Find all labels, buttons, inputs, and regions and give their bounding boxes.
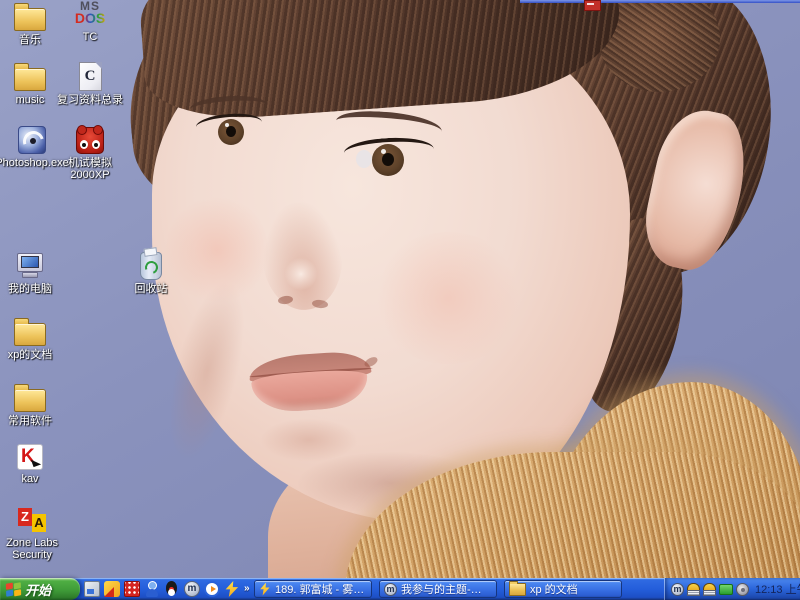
icon-label: 复习资料总录 xyxy=(57,94,123,106)
icon-label: 回收站 xyxy=(135,283,168,295)
desktop-icon-recycle-bin[interactable]: 回收站 xyxy=(121,252,181,295)
icon-label: 我的电脑 xyxy=(8,283,52,295)
monitor-tray-icon[interactable] xyxy=(736,583,749,596)
show-desktop-icon[interactable] xyxy=(84,581,100,597)
kaspersky-icon xyxy=(17,444,43,470)
ms-dos-icon xyxy=(74,1,106,28)
desktop-icon-photoshop[interactable]: Photoshop.exe xyxy=(0,126,64,169)
folder-icon xyxy=(14,68,46,91)
document-icon xyxy=(79,62,102,91)
green-status-tray-icon[interactable] xyxy=(719,584,733,595)
task-button-browser[interactable]: 我参与的主题-电脑... xyxy=(379,580,497,598)
task-button-label: xp 的文档 xyxy=(530,581,578,597)
zonealarm-icon xyxy=(17,508,47,534)
folder-icon xyxy=(14,323,46,346)
desktop-icon-review-notes[interactable]: 复习资料总录 xyxy=(48,62,132,106)
quick-launch-bar: » xyxy=(84,578,252,600)
system-tray: 12:13 上午 xyxy=(664,578,800,600)
taskbar: 开始 » 189. 郭富城 - 雾里... 我参与的主题-电脑... xp 的文… xyxy=(0,578,800,600)
wallpaper-cheek-right xyxy=(372,232,524,364)
media-player-icon[interactable] xyxy=(204,581,220,597)
qq-contact-tray-icon[interactable] xyxy=(703,583,716,596)
desktop-icon-music-folder-cn[interactable]: 音乐 xyxy=(0,2,60,46)
start-button-label: 开始 xyxy=(25,580,51,599)
icon-label: music xyxy=(16,94,45,106)
desktop-screen: 音乐 TC music 复习资料总录 Photoshop.exe 机试模拟200… xyxy=(0,0,800,600)
desktop-icon-zonealarm[interactable]: Zone LabsSecurity xyxy=(0,508,64,561)
task-button-label: 189. 郭富城 - 雾里... xyxy=(275,581,367,597)
wallpaper-left-eye xyxy=(196,112,264,150)
maxthon-icon[interactable] xyxy=(184,581,200,597)
taskbar-clock[interactable]: 12:13 上午 xyxy=(755,581,800,597)
desktop-icon-kav[interactable]: kav xyxy=(0,444,60,485)
icon-label: xp的文档 xyxy=(8,349,53,361)
icon-label: 机试模拟2000XP xyxy=(68,157,112,181)
maxthon-icon xyxy=(384,583,397,596)
windows-logo-icon xyxy=(6,582,21,596)
task-button-winamp[interactable]: 189. 郭富城 - 雾里... xyxy=(254,580,372,598)
game-icon[interactable] xyxy=(124,581,140,597)
task-button-label: 我参与的主题-电脑... xyxy=(401,581,492,597)
recycle-bin-icon xyxy=(140,252,162,280)
qq-icon[interactable] xyxy=(164,581,180,597)
winamp-icon xyxy=(259,583,271,596)
red-window-sliver xyxy=(584,0,601,11)
qq-contact-tray-icon[interactable] xyxy=(687,583,700,596)
icon-label: TC xyxy=(83,31,98,43)
folder-icon xyxy=(14,389,46,412)
quick-launch-overflow-chevron[interactable]: » xyxy=(244,581,250,597)
icon-label: 常用软件 xyxy=(8,415,52,427)
flashget-icon[interactable] xyxy=(104,581,120,597)
icon-label: Zone LabsSecurity xyxy=(6,537,58,561)
desktop-icon-exam-simulator[interactable]: 机试模拟2000XP xyxy=(56,127,124,181)
desktop-icon-tc[interactable]: TC xyxy=(60,1,120,43)
task-button-folder[interactable]: xp 的文档 xyxy=(504,580,622,598)
icon-label: 音乐 xyxy=(19,34,41,46)
hidden-window-edge xyxy=(520,0,800,3)
maxthon-tray-icon[interactable] xyxy=(671,583,684,596)
desktop-icon-common-software[interactable]: 常用软件 xyxy=(0,383,60,427)
bear-app-icon xyxy=(76,127,104,154)
icon-label: kav xyxy=(21,473,38,485)
wallpaper-nose-highlight xyxy=(284,258,318,290)
winamp-icon[interactable] xyxy=(224,581,240,597)
start-button[interactable]: 开始 xyxy=(0,578,80,600)
desktop-icon-xp-docs[interactable]: xp的文档 xyxy=(0,317,60,361)
folder-icon xyxy=(14,8,46,31)
msn-messenger-icon[interactable] xyxy=(144,581,160,597)
photoshop-icon xyxy=(18,126,46,154)
folder-icon xyxy=(509,583,526,596)
desktop-icon-my-computer[interactable]: 我的电脑 xyxy=(0,253,60,295)
my-computer-icon xyxy=(15,253,45,280)
wallpaper-right-eye xyxy=(344,136,436,184)
wallpaper-cheek-left xyxy=(166,194,268,306)
